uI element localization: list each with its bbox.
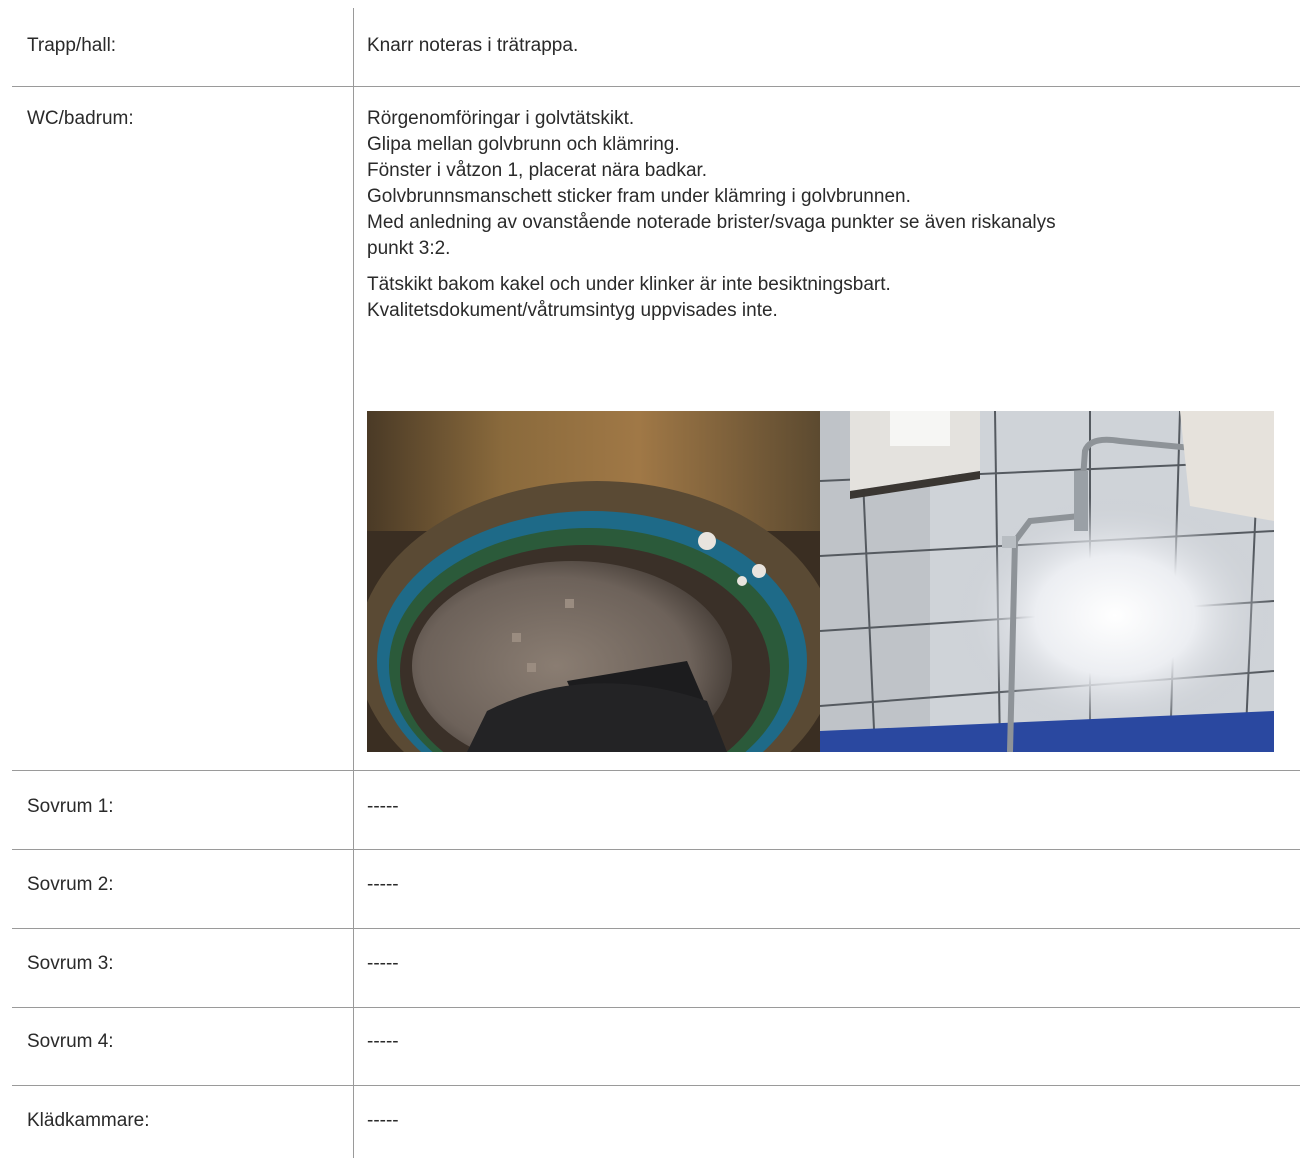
bathroom-photo <box>820 411 1274 752</box>
text-line: Glipa mellan golvbrunn och klämring. <box>367 134 680 155</box>
row-value-sovrum-3: ----- <box>367 951 1277 977</box>
text-line: Med anledning av ovanstående noterade br… <box>367 212 1056 233</box>
row-divider <box>12 928 1300 929</box>
text-line: ----- <box>367 953 399 974</box>
row-divider <box>12 1085 1300 1086</box>
text-line: Fönster i våtzon 1, placerat nära badkar… <box>367 160 708 181</box>
row-value-sovrum-1: ----- <box>367 794 1277 820</box>
row-label-trapp-hall: Trapp/hall: <box>27 35 117 56</box>
row-value-sovrum-4: ----- <box>367 1029 1277 1055</box>
row-divider <box>12 86 1300 87</box>
paragraph-notes: Tätskikt bakom kakel och under klinker ä… <box>367 272 1277 324</box>
row-value-wc-badrum: Rörgenomföringar i golvtätskikt. Glipa m… <box>367 106 1277 324</box>
text-line: ----- <box>367 1110 399 1131</box>
row-divider <box>12 770 1300 771</box>
row-divider <box>12 849 1300 850</box>
text-line: Kvalitetsdokument/våtrumsintyg uppvisade… <box>367 300 778 321</box>
text-line: ----- <box>367 796 399 817</box>
text-line: Golvbrunnsmanschett sticker fram under k… <box>367 186 911 207</box>
row-label-sovrum-1: Sovrum 1: <box>27 796 114 817</box>
text-line: ----- <box>367 1031 399 1052</box>
text-line: Tätskikt bakom kakel och under klinker ä… <box>367 274 891 295</box>
row-label-wc-badrum: WC/badrum: <box>27 108 134 129</box>
row-label-sovrum-2: Sovrum 2: <box>27 874 114 895</box>
paragraph-defects: Rörgenomföringar i golvtätskikt. Glipa m… <box>367 106 1277 262</box>
row-label-sovrum-3: Sovrum 3: <box>27 953 114 974</box>
row-value-sovrum-2: ----- <box>367 872 1277 898</box>
row-label-sovrum-4: Sovrum 4: <box>27 1031 114 1052</box>
text-line: ----- <box>367 874 399 895</box>
row-value-kladkammare: ----- <box>367 1108 1277 1134</box>
row-value-trapp-hall: Knarr noteras i trätrappa. <box>367 33 1277 59</box>
text-line: Knarr noteras i trätrappa. <box>367 35 579 56</box>
text-line: punkt 3:2. <box>367 238 451 259</box>
text-line: Rörgenomföringar i golvtätskikt. <box>367 108 635 129</box>
floor-drain-photo <box>367 411 820 752</box>
column-divider <box>353 8 354 1158</box>
row-label-kladkammare: Klädkammare: <box>27 1110 150 1131</box>
row-divider <box>12 1007 1300 1008</box>
